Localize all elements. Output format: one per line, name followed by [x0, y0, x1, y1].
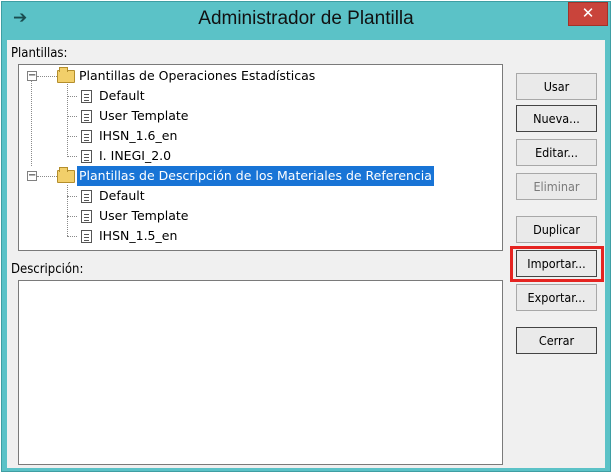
folder-open-icon: [57, 167, 75, 183]
close-button[interactable]: Cerrar: [516, 327, 597, 354]
collapse-icon[interactable]: −: [27, 171, 37, 181]
template-file-icon: [81, 110, 92, 123]
use-button[interactable]: Usar: [516, 73, 597, 100]
title-bar[interactable]: ➔ Administrador de Plantilla ✕: [2, 2, 610, 36]
tree-item-label: IHSN_1.5_en: [99, 228, 178, 243]
templates-tree[interactable]: − Plantillas de Operaciones Estadísticas…: [18, 64, 503, 251]
tree-connector: [31, 80, 32, 166]
tree-item-label: User Template: [99, 108, 189, 123]
description-box[interactable]: [18, 280, 503, 465]
window-title: Administrador de Plantilla: [198, 8, 414, 29]
tree-group-label: Plantillas de Descripción de los Materia…: [77, 166, 434, 186]
tree-connector: [67, 116, 77, 117]
collapse-icon[interactable]: −: [27, 71, 37, 81]
close-window-button[interactable]: ✕: [568, 2, 608, 26]
tree-connector: [67, 216, 77, 217]
folder-icon: [57, 67, 75, 83]
tree-group-statistical-operations[interactable]: − Plantillas de Operaciones Estadísticas: [19, 66, 499, 86]
dialog-body: Plantillas: − Plantillas de Operaciones …: [7, 40, 605, 468]
template-file-icon: [81, 210, 92, 223]
tree-connector: [67, 84, 68, 157]
tree-group-reference-materials[interactable]: − Plantillas de Descripción de los Mater…: [19, 166, 499, 186]
tree-connector: [67, 196, 77, 197]
import-button[interactable]: Importar...: [516, 250, 597, 277]
tree-item-label: Default: [99, 188, 145, 203]
tree-group-label: Plantillas de Operaciones Estadísticas: [79, 68, 316, 83]
template-file-icon: [81, 230, 92, 243]
template-file-icon: [81, 190, 92, 203]
tree-item-label: I. INEGI_2.0: [99, 148, 172, 163]
template-file-icon: [81, 150, 92, 163]
template-file-icon: [81, 130, 92, 143]
tree-connector: [67, 156, 77, 157]
tree-item-label: IHSN_1.6_en: [99, 128, 178, 143]
tree-connector: [67, 236, 77, 237]
tree-item-label: User Template: [99, 208, 189, 223]
export-button[interactable]: Exportar...: [516, 284, 597, 311]
template-manager-window: ➔ Administrador de Plantilla ✕ Plantilla…: [1, 1, 611, 472]
tree-connector: [67, 136, 77, 137]
delete-button[interactable]: Eliminar: [516, 173, 597, 200]
tree-connector: [67, 96, 77, 97]
duplicate-button[interactable]: Duplicar: [516, 216, 597, 243]
template-file-icon: [81, 90, 92, 103]
tree-item-label: Default: [99, 88, 145, 103]
tree-connector: [67, 185, 68, 236]
description-label: Descripción:: [11, 262, 84, 277]
edit-button[interactable]: Editar...: [516, 139, 597, 166]
new-button[interactable]: Nueva...: [516, 105, 597, 132]
templates-label: Plantillas:: [11, 46, 68, 61]
